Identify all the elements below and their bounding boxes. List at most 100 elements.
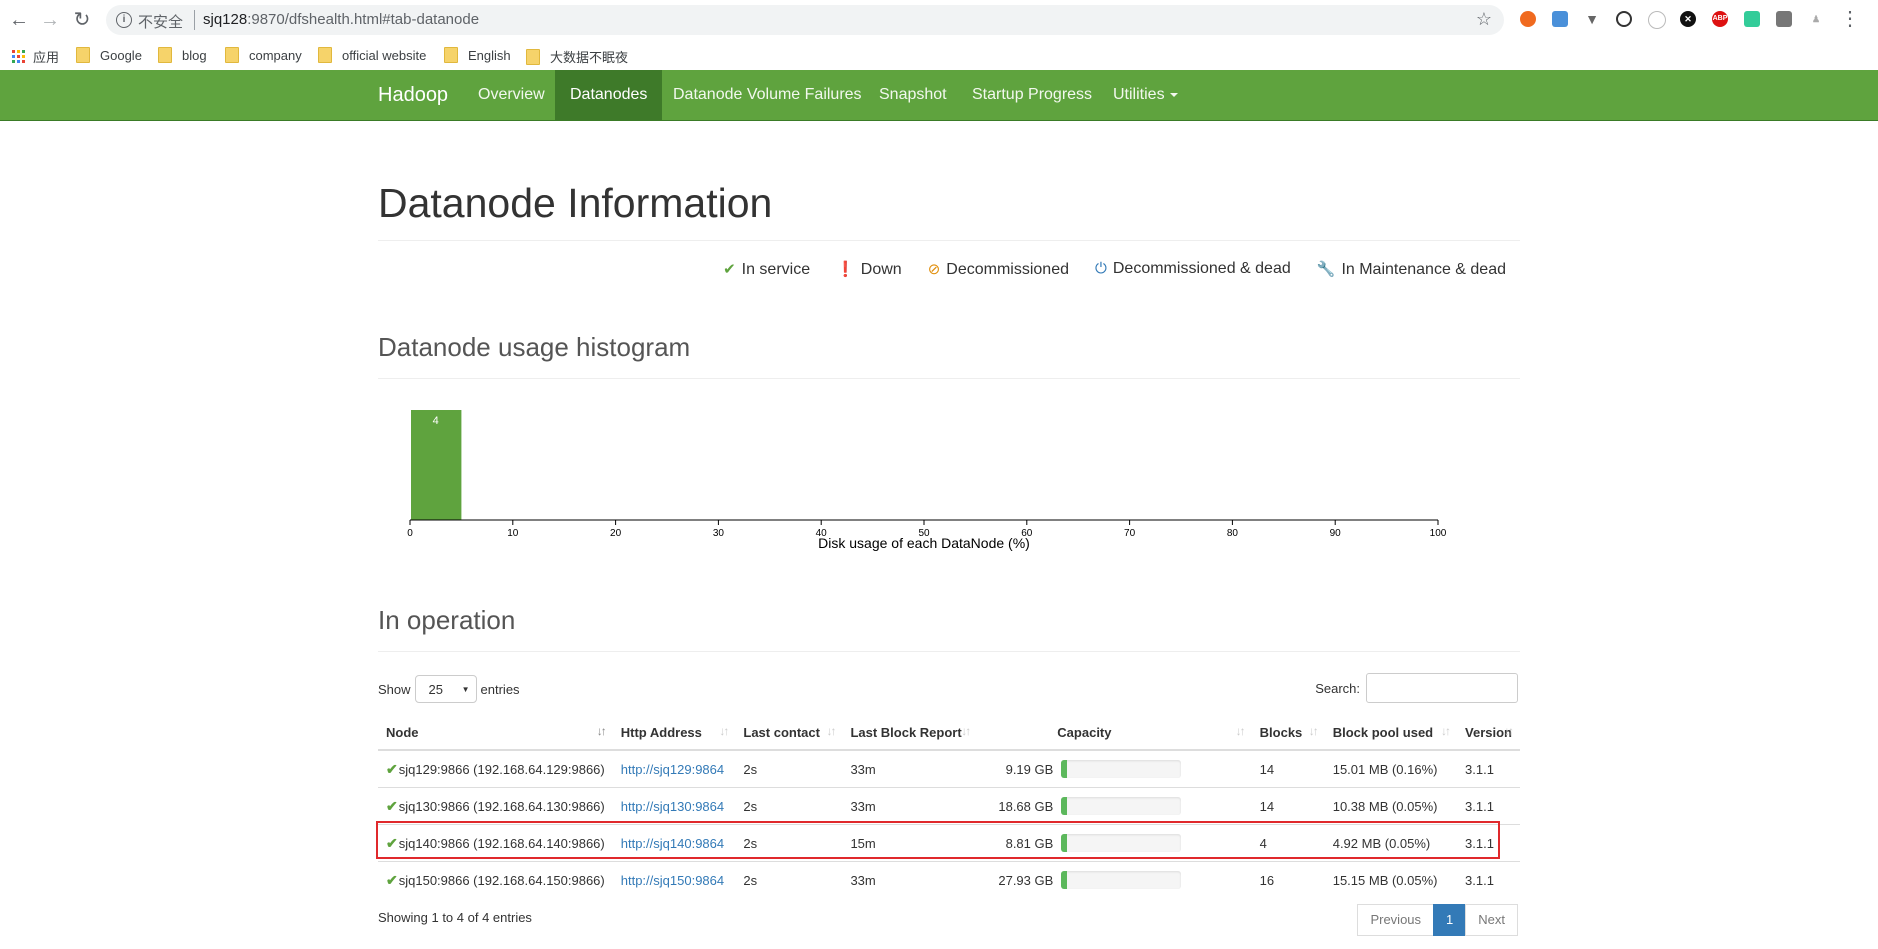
column-header-node[interactable]: Node ↓↑ <box>378 715 613 751</box>
column-label: Blocks <box>1259 724 1303 740</box>
bookmark-blog[interactable]: blog <box>158 47 207 63</box>
cell-version: 3.1.1 <box>1457 749 1520 788</box>
column-label: Last Block Report <box>850 724 962 740</box>
brand-logo[interactable]: Hadoop <box>378 84 448 107</box>
apps-icon <box>12 50 25 63</box>
extension-icon[interactable] <box>1744 11 1760 27</box>
extension-icon[interactable] <box>1520 11 1536 27</box>
extension-icon[interactable] <box>1552 11 1568 27</box>
bookmark-company[interactable]: company <box>225 47 302 63</box>
table-row: ✔sjq130:9866 (192.168.64.130:9866) http:/… <box>378 787 1520 825</box>
column-header-last-block-report[interactable]: Last Block Report ↓↑ <box>842 715 978 751</box>
back-icon[interactable]: ← <box>8 9 30 31</box>
forward-icon[interactable]: → <box>39 9 61 31</box>
cell-last-contact: 2s <box>735 787 843 825</box>
cell-last-contact: 2s <box>735 749 843 788</box>
browser-menu-icon[interactable]: ⋮ <box>1840 8 1860 30</box>
usage-histogram: 4 0 10 20 30 40 50 60 70 80 90 100 Disk usage of eac… <box>400 400 1470 560</box>
cell-http: http://sjq130:9864 <box>612 787 736 825</box>
info-icon[interactable]: i <box>116 12 132 28</box>
cell-http: http://sjq140:9864 <box>612 824 736 862</box>
column-label: Block pool used <box>1332 724 1434 740</box>
cell-last-block-report: 15m <box>842 824 978 862</box>
bookmark-label: official website <box>342 47 427 63</box>
bookmark-label: English <box>468 47 511 63</box>
legend-decommissioned-dead: ⏻ Decommissioned & dead <box>1095 260 1291 279</box>
cell-capacity: 8.81 GB <box>977 824 1252 862</box>
bookmark-apps[interactable]: 应用 <box>12 47 59 66</box>
extension-icon[interactable]: ♟ <box>1808 11 1824 27</box>
extension-icon[interactable]: ✕ <box>1680 11 1696 27</box>
table-header-row: Node ↓↑ Http Address ↓↑ Last contact ↓↑ Las… <box>378 715 1520 751</box>
column-header-blocks[interactable]: Blocks ↓↑ <box>1251 715 1325 751</box>
column-header-last-contact[interactable]: Last contact ↓↑ <box>735 715 843 751</box>
url-separator <box>194 10 195 30</box>
cell-blocks: 14 <box>1251 787 1325 825</box>
bookmark-label: company <box>249 47 302 63</box>
nav-volume-failures[interactable]: Datanode Volume Failures <box>658 70 877 120</box>
pager-page-1[interactable]: 1 <box>1433 904 1467 936</box>
column-label: Http Address <box>620 724 702 740</box>
nav-datanodes[interactable]: Datanodes <box>555 70 663 120</box>
http-address-link[interactable]: http://sjq150:9864 <box>621 873 724 888</box>
capacity-bar-fill <box>1061 834 1068 852</box>
bookmark-google[interactable]: Google <box>76 47 142 63</box>
cell-blocks: 14 <box>1251 749 1325 788</box>
bookmark-official-website[interactable]: official website <box>318 47 426 63</box>
show-label: Show <box>378 681 411 697</box>
column-header-http[interactable]: Http Address ↓↑ <box>612 715 736 751</box>
nav-snapshot[interactable]: Snapshot <box>864 70 962 120</box>
column-header-block-pool-used[interactable]: Block pool used ↓↑ <box>1324 715 1458 751</box>
search-input[interactable] <box>1366 673 1518 703</box>
hadoop-navbar: Hadoop Overview Datanodes Datanode Volum… <box>0 70 1878 121</box>
nav-startup-progress[interactable]: Startup Progress <box>957 70 1107 120</box>
http-address-link[interactable]: http://sjq140:9864 <box>621 836 724 851</box>
extension-icon[interactable] <box>1648 11 1666 29</box>
x-tick-label: 10 <box>507 528 519 539</box>
histogram-heading: Datanode usage histogram <box>378 332 691 362</box>
nav-overview[interactable]: Overview <box>463 70 560 120</box>
capacity-bar-fill <box>1061 797 1068 815</box>
pager-next[interactable]: Next <box>1465 904 1518 936</box>
bookmark-star-icon[interactable]: ☆ <box>1476 9 1492 30</box>
bookmark-bigdata[interactable]: 大数据不眠夜 <box>526 47 628 66</box>
address-bar[interactable]: i 不安全 sjq128:9870/dfshealth.html#tab-dat… <box>106 5 1504 35</box>
wrench-icon: 🔧 <box>1316 261 1336 278</box>
cell-blocks: 16 <box>1251 861 1325 898</box>
bookmark-english[interactable]: English <box>444 47 511 63</box>
nav-utilities[interactable]: Utilities <box>1098 70 1193 120</box>
nav-utilities-label: Utilities <box>1113 86 1165 103</box>
bookmark-label: 应用 <box>33 50 60 65</box>
url-text[interactable]: sjq128:9870/dfshealth.html#tab-datanode <box>203 11 479 28</box>
column-label: Node <box>386 724 419 740</box>
cell-last-contact: 2s <box>735 861 843 898</box>
http-address-link[interactable]: http://sjq130:9864 <box>621 799 724 814</box>
cell-block-pool-used: 15.01 MB (0.16%) <box>1324 749 1458 788</box>
search-control: Search: <box>1315 673 1518 703</box>
column-label: Capacity <box>1057 724 1112 740</box>
operation-heading: In operation <box>378 605 516 635</box>
capacity-bar <box>1061 760 1182 778</box>
folder-icon <box>158 47 172 63</box>
entries-label: entries <box>480 681 520 697</box>
cell-last-block-report: 33m <box>842 861 978 898</box>
page-length-select[interactable]: 25 <box>414 675 477 704</box>
extension-icon[interactable]: ▼ <box>1584 11 1600 27</box>
extension-icon[interactable] <box>1776 11 1792 27</box>
adblock-icon[interactable]: ABP <box>1712 11 1728 27</box>
cell-capacity: 27.93 GB <box>977 861 1252 898</box>
legend-label: Decommissioned & dead <box>1112 260 1291 277</box>
column-header-capacity[interactable]: Capacity ↓↑ <box>977 715 1252 751</box>
capacity-value: 8.81 GB <box>1005 835 1054 851</box>
cell-blocks: 4 <box>1251 824 1325 862</box>
column-header-version[interactable]: Version ↓↑ <box>1457 715 1520 751</box>
extension-icon[interactable] <box>1616 11 1632 27</box>
cell-node: ✔sjq130:9866 (192.168.64.130:9866) <box>378 787 613 825</box>
x-tick-label: 100 <box>1430 528 1447 539</box>
cell-block-pool-used: 4.92 MB (0.05%) <box>1324 824 1458 862</box>
divider <box>378 240 1520 241</box>
cell-last-block-report: 33m <box>842 787 978 825</box>
reload-icon[interactable]: ↻ <box>71 9 93 31</box>
pager-previous[interactable]: Previous <box>1357 904 1435 936</box>
http-address-link[interactable]: http://sjq129:9864 <box>621 762 724 777</box>
